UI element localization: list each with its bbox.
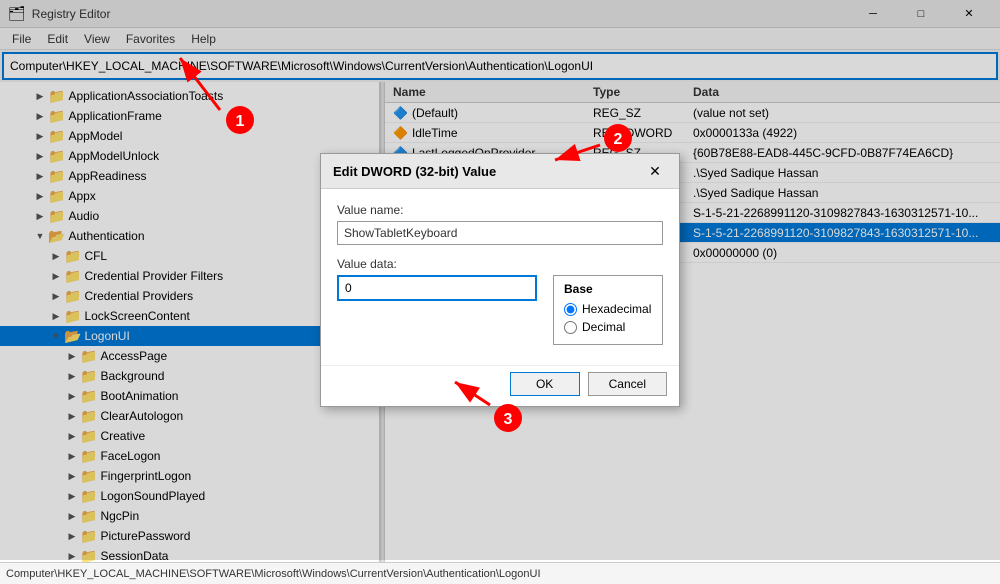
decimal-label: Decimal [582, 320, 625, 334]
dialog-titlebar: Edit DWORD (32-bit) Value ✕ [321, 154, 679, 189]
decimal-radio[interactable] [564, 321, 577, 334]
decimal-radio-row: Decimal [564, 320, 652, 334]
dialog-close-button[interactable]: ✕ [643, 160, 667, 182]
status-bar: Computer\HKEY_LOCAL_MACHINE\SOFTWARE\Mic… [0, 562, 1000, 584]
hexadecimal-radio[interactable] [564, 303, 577, 316]
dialog-body: Value name: Value data: Base Hexadecimal… [321, 189, 679, 365]
hexadecimal-radio-row: Hexadecimal [564, 302, 652, 316]
dialog-title: Edit DWORD (32-bit) Value [333, 164, 496, 179]
edit-dword-dialog: Edit DWORD (32-bit) Value ✕ Value name: … [320, 153, 680, 407]
status-text: Computer\HKEY_LOCAL_MACHINE\SOFTWARE\Mic… [6, 568, 541, 580]
cancel-button[interactable]: Cancel [588, 372, 667, 396]
value-name-label: Value name: [337, 203, 663, 217]
base-box: Base Hexadecimal Decimal [553, 275, 663, 345]
value-data-row: Base Hexadecimal Decimal [337, 275, 663, 345]
value-name-input[interactable] [337, 221, 663, 245]
value-data-input[interactable] [337, 275, 537, 301]
hexadecimal-label: Hexadecimal [582, 302, 651, 316]
modal-overlay: Edit DWORD (32-bit) Value ✕ Value name: … [0, 0, 1000, 560]
value-data-label: Value data: [337, 257, 663, 271]
ok-button[interactable]: OK [510, 372, 580, 396]
dialog-buttons: OK Cancel [321, 365, 679, 406]
base-title: Base [564, 282, 652, 296]
